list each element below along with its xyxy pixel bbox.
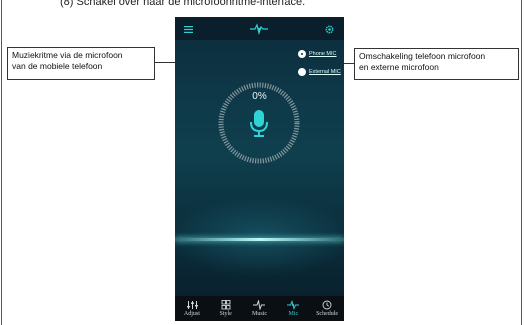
menu-icon[interactable] — [184, 26, 193, 33]
nav-label: Mic — [288, 311, 299, 317]
nav-label: Adjust — [183, 311, 200, 317]
callout-mic-switch: Omschakeling telefoon microfoon en exter… — [354, 48, 519, 80]
clock-icon — [322, 300, 332, 310]
microphone-icon — [250, 110, 268, 137]
callout-line: van de mobiele telefoon — [12, 61, 103, 71]
audio-wave-line — [175, 238, 344, 241]
nav-schedule[interactable]: Schedule — [311, 300, 344, 317]
bottom-nav: Adjust Style Music Mic Schedule — [175, 296, 344, 321]
music-icon — [253, 300, 266, 310]
mic-option-external[interactable]: External MIC — [298, 68, 341, 76]
grid-icon — [221, 300, 231, 310]
callout-line: Omschakeling telefoon microfoon — [359, 51, 486, 61]
callout-phone-mic: Muziekritme via de microfoon van de mobi… — [7, 47, 155, 80]
nav-label: Schedule — [316, 311, 339, 317]
page-frame-right — [521, 0, 522, 325]
page-frame-left — [1, 0, 2, 325]
mic-option-phone[interactable]: Phone MIC — [298, 50, 337, 58]
radio-label-phone: Phone MIC — [309, 51, 337, 57]
radio-external-mic[interactable] — [298, 68, 306, 76]
pulse-logo-icon — [250, 23, 268, 35]
callout-line: Muziekritme via de microfoon — [12, 50, 123, 60]
nav-label: Music — [251, 311, 267, 317]
gear-icon[interactable] — [325, 25, 334, 34]
radio-label-external: External MIC — [309, 69, 341, 75]
leader-line-left — [155, 62, 175, 63]
nav-mic[interactable]: Mic — [277, 300, 310, 317]
radio-phone-mic[interactable] — [298, 50, 306, 58]
nav-music[interactable]: Music — [243, 300, 276, 317]
nav-label: Style — [219, 311, 232, 317]
sliders-icon — [186, 301, 198, 309]
background-glow — [175, 197, 344, 277]
level-percent: 0% — [252, 91, 267, 102]
pulse-icon — [287, 300, 300, 310]
callout-line: en externe microfoon — [359, 62, 439, 72]
phone-screenshot: Phone MIC External MIC 0% Adjust Style M… — [175, 17, 344, 321]
nav-style[interactable]: Style — [209, 300, 242, 317]
instruction-heading: (8) Schakel over naar de microfoonritme-… — [60, 0, 306, 8]
nav-adjust[interactable]: Adjust — [175, 300, 208, 317]
